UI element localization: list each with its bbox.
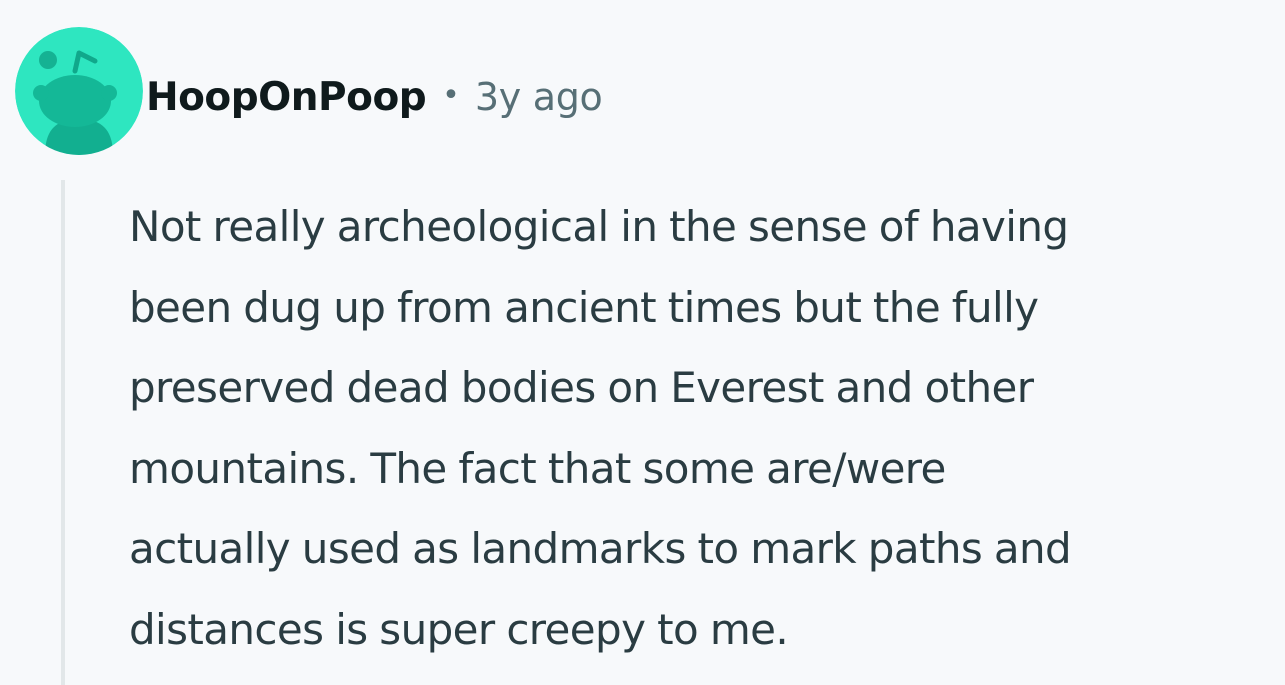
meta-separator: • <box>442 77 460 113</box>
comment-meta: HoopOnPoop • 3y ago <box>146 72 603 122</box>
user-avatar-icon[interactable] <box>15 27 143 155</box>
comment-body-line: actually used as landmarks to mark paths… <box>129 524 1072 573</box>
comment-body-line: distances is super creepy to me. <box>129 604 789 654</box>
comment-body-line: mountains. The fact that some are/were <box>129 443 946 493</box>
comment-timestamp[interactable]: 3y ago <box>475 75 603 119</box>
comment-body-line: preserved dead bodies on Everest and oth… <box>129 363 1034 412</box>
comment-body-line: been dug up from ancient times but the f… <box>129 282 1039 332</box>
author-username-link[interactable]: HoopOnPoop <box>146 75 427 120</box>
comment: HoopOnPoop • 3y ago Not really archeolog… <box>0 0 1285 685</box>
comment-body-line: Not really archeological in the sense of… <box>129 202 1069 251</box>
thread-collapse-line[interactable] <box>61 180 65 685</box>
comment-body: Not really archeological in the sense of… <box>129 187 1279 670</box>
